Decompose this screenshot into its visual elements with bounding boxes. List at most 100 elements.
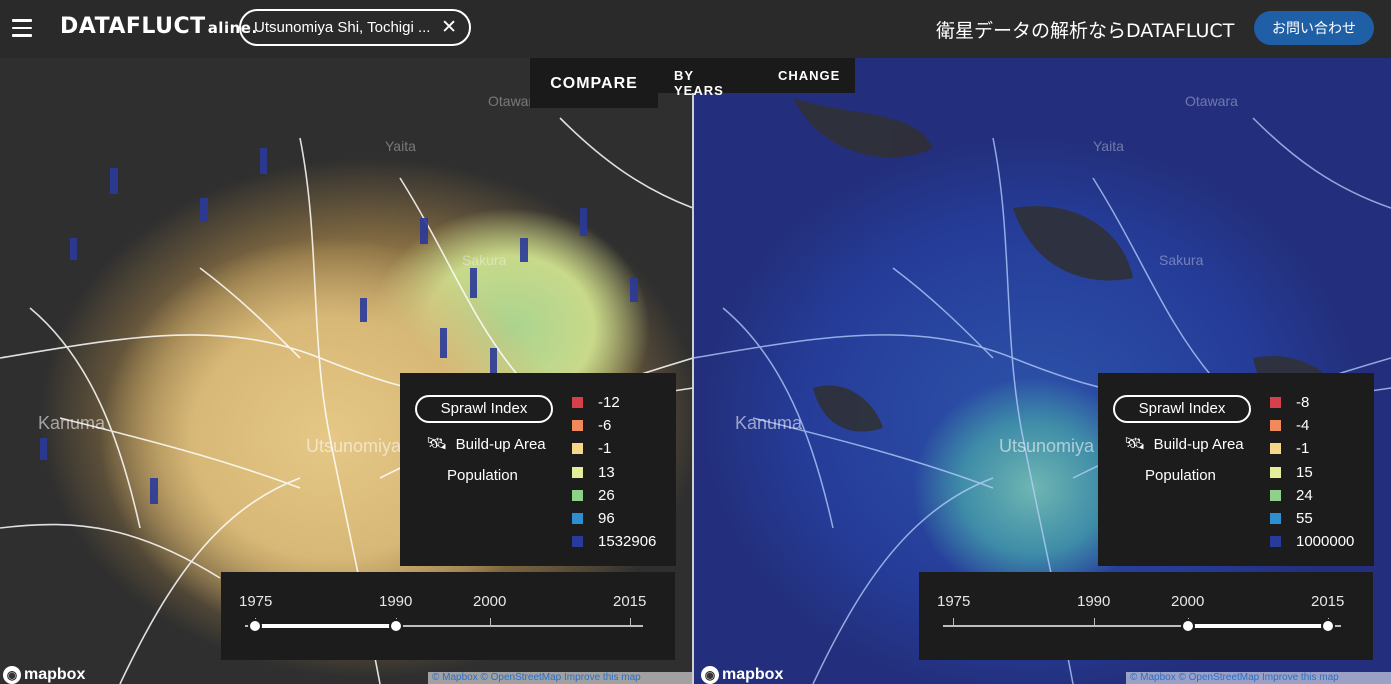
slider-tick [490,618,491,627]
satellite-icon: 🛰 [426,434,448,453]
legend-swatch [1270,443,1281,455]
tagline: 衛星データの解析ならDATAFLUCT [936,20,1235,42]
build-up-area-toggle[interactable]: 🛰 Build-up Area [426,434,546,454]
legend-value: 1000000 [1296,533,1355,551]
place-label-otawara: Otawara [1185,93,1238,109]
population-toggle[interactable]: Population [1145,467,1216,484]
build-up-area-label: Build-up Area [455,436,546,453]
top-bar: DATAFLUCT aline. Utsunomiya Shi, Tochigi … [0,0,1391,58]
legend-value: -1 [1296,440,1310,458]
year-label: 2000 [473,593,507,610]
year-slider-right: 1975 1990 2000 2015 [919,572,1373,660]
year-label: 1990 [1077,593,1111,610]
mapbox-logo-icon[interactable]: ◉ mapbox [701,666,783,684]
attribution[interactable]: © Mapbox © OpenStreetMap Improve this ma… [1126,672,1391,684]
legend-swatch [1270,420,1281,432]
place-label-yaita: Yaita [385,138,416,154]
brand-logo[interactable]: DATAFLUCT aline. [60,14,258,39]
legend-item: 96 [572,507,656,530]
year-label: 1975 [937,593,971,610]
menu-icon[interactable] [12,19,32,37]
legend-swatch [572,513,583,525]
slider-handle-end[interactable] [389,619,403,633]
tab-by-years[interactable]: BY YEARS [674,68,724,98]
legend-item: 26 [572,484,656,507]
legend-swatch [1270,536,1281,548]
legend-value: -6 [598,417,612,435]
legend-item: 13 [572,461,656,484]
legend-swatch [1270,513,1281,525]
year-label: 2015 [1311,593,1345,610]
place-label-sakura: Sakura [1159,252,1204,268]
legend-value: 24 [1296,486,1313,504]
population-toggle[interactable]: Population [447,467,518,484]
slider-range [1188,624,1329,628]
legend-value: -4 [1296,417,1310,435]
legend-item: -1 [1270,437,1354,460]
legend-value: 15 [1296,463,1313,481]
year-label: 1990 [379,593,413,610]
place-label-kanuma: Kanuma [735,413,803,433]
build-up-area-toggle[interactable]: 🛰 Build-up Area [1124,434,1244,454]
place-label-kanuma: Kanuma [38,413,106,433]
mapbox-circle-icon: ◉ [3,666,21,684]
legend-value: 26 [598,486,615,504]
legend-swatch [1270,397,1281,409]
location-search-value: Utsunomiya Shi, Tochigi ... [254,19,431,36]
year-slider-left: 1975 1990 2000 2015 [221,572,675,660]
legend-swatch [572,443,583,455]
legend-item: 24 [1270,484,1354,507]
mapbox-label: mapbox [24,666,86,683]
legend-item: 15 [1270,461,1354,484]
slider-range [255,624,397,628]
legend-panel-right: Sprawl Index 🛰 Build-up Area Population -… [1098,373,1374,566]
legend-scale: -12 -6 -1 13 26 96 1532906 [572,391,656,553]
legend-swatch [572,420,583,432]
year-label: 2000 [1171,593,1205,610]
legend-item: 1000000 [1270,530,1354,553]
legend-value: -12 [598,394,620,412]
legend-item: -4 [1270,414,1354,437]
mapbox-circle-icon: ◉ [701,666,719,684]
legend-swatch [1270,489,1281,501]
legend-swatch [572,489,583,501]
mapbox-label: mapbox [722,666,784,683]
brand-name: DATAFLUCT [60,14,206,39]
year-label: 2015 [613,593,647,610]
slider-handle-end[interactable] [1321,619,1335,633]
satellite-icon: 🛰 [1124,434,1146,453]
contact-button[interactable]: お問い合わせ [1254,11,1374,45]
slider-handle-start[interactable] [1181,619,1195,633]
legend-item: 55 [1270,507,1354,530]
legend-swatch [572,536,583,548]
build-up-area-label: Build-up Area [1153,436,1244,453]
sprawl-index-button[interactable]: Sprawl Index [415,395,553,423]
legend-item: -6 [572,414,656,437]
tab-change[interactable]: CHANGE [778,68,840,83]
legend-scale: -8 -4 -1 15 24 55 1000000 [1270,391,1354,553]
legend-item: -8 [1270,391,1354,414]
attribution[interactable]: © Mapbox © OpenStreetMap Improve this ma… [428,672,692,684]
legend-value: -1 [598,440,612,458]
legend-value: 96 [598,510,615,528]
place-label-yaita: Yaita [1093,138,1124,154]
mapbox-logo-icon[interactable]: ◉ mapbox [3,666,85,684]
legend-item: -12 [572,391,656,414]
compare-divider[interactable] [692,58,694,684]
tab-compare[interactable]: COMPARE [530,58,658,108]
legend-swatch [1270,466,1281,478]
place-label-sakura: Sakura [462,252,507,268]
legend-value: 13 [598,463,615,481]
slider-handle-start[interactable] [248,619,262,633]
close-icon[interactable]: ✕ [441,11,457,44]
slider-tick [1094,618,1095,627]
slider-tick [630,618,631,627]
legend-item: 1532906 [572,530,656,553]
place-label-utsunomiya: Utsunomiya [999,436,1095,456]
slider-tick [953,618,954,627]
sprawl-index-button[interactable]: Sprawl Index [1113,395,1251,423]
location-search-chip[interactable]: Utsunomiya Shi, Tochigi ... ✕ [239,9,471,46]
legend-value: -8 [1296,394,1310,412]
year-label: 1975 [239,593,273,610]
place-label-utsunomiya: Utsunomiya [306,436,402,456]
